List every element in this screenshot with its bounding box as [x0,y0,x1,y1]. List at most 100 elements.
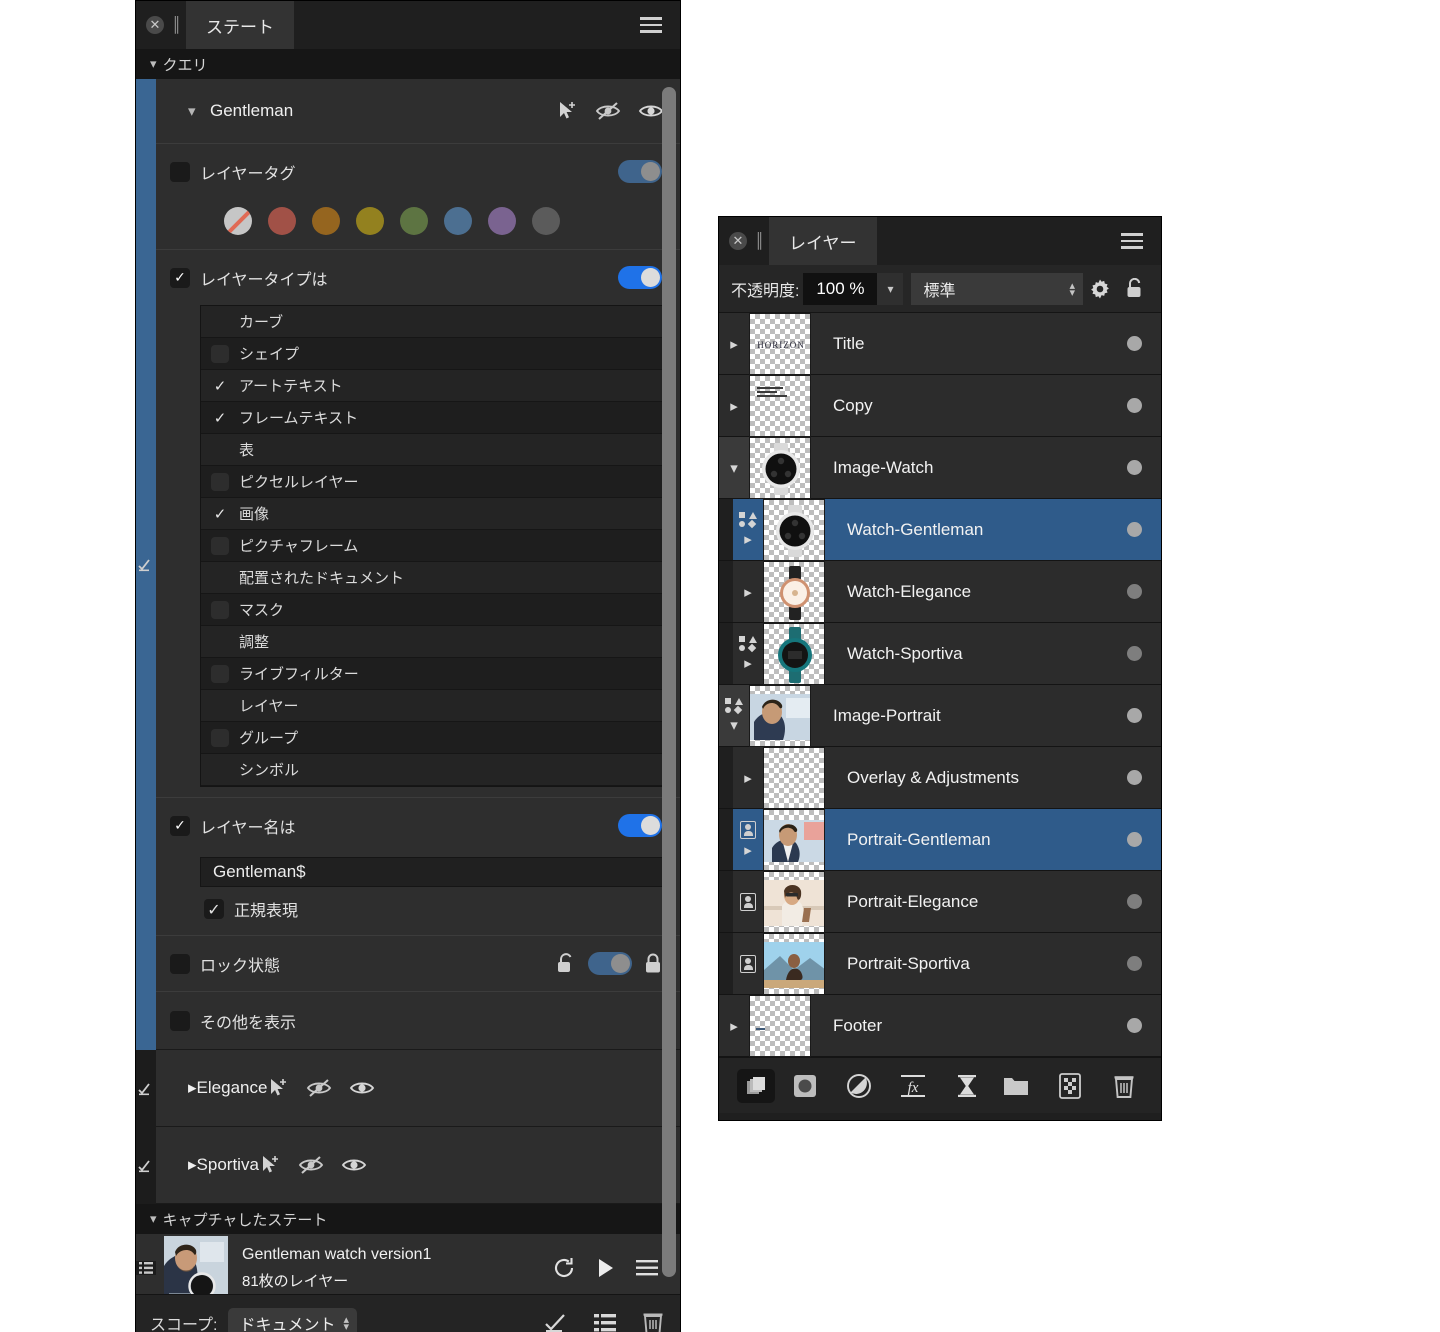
layer-type-checkbox[interactable]: ✓ [170,267,190,288]
layer-row[interactable]: Portrait-Sportiva [719,933,1161,995]
regex-option[interactable]: ✓ 正規表現 [156,887,680,935]
type-item[interactable]: ✓ 画像 [201,498,665,530]
opacity-dropdown-icon[interactable]: ▾ [877,272,904,305]
swatch-green[interactable] [400,207,428,235]
type-checkbox-checked[interactable]: ✓ [211,505,229,523]
hide-eye-icon[interactable] [595,100,621,122]
layer-visibility-toggle[interactable] [1107,933,1161,994]
layer-expand-toggle[interactable]: ▸ [733,809,763,870]
swatch-purple[interactable] [488,207,516,235]
layer-row[interactable]: ▾ Image-Portrait [719,685,1161,747]
layer-row[interactable]: ▸ Watch-Gentleman [719,499,1161,561]
layer-row[interactable]: ▸ Copy [719,375,1161,437]
lock-state-toggle[interactable] [588,952,632,975]
type-checkbox[interactable] [211,536,229,555]
captured-state-gutter[interactable] [136,1261,156,1275]
type-item[interactable]: ピクセルレイヤー [201,466,665,498]
layer-name-checkbox[interactable]: ✓ [170,815,190,836]
chevron-right-icon[interactable]: ▸ [188,1155,197,1175]
opacity-input[interactable]: 100 % [803,272,878,305]
type-item[interactable]: シェイプ [201,338,665,370]
trash-icon[interactable] [642,1311,664,1332]
swatch-yellow[interactable] [356,207,384,235]
layer-name-toggle[interactable] [618,814,662,837]
new-pixel-layer-icon[interactable] [1051,1069,1089,1103]
type-item[interactable]: 調整 [201,626,665,658]
hide-eye-icon[interactable] [298,1154,324,1176]
layer-row[interactable]: ▸ Watch-Sportiva [719,623,1161,685]
captured-state-row[interactable]: Gentleman watch version1 81枚のレイヤー [136,1234,680,1294]
type-item[interactable]: 配置されたドキュメント [201,562,665,594]
unlock-icon[interactable] [556,952,576,975]
query-apply-icon[interactable] [138,1081,154,1097]
layer-row[interactable]: ▸ HORIZON Title [719,313,1161,375]
query-elegance-gutter[interactable] [136,1050,156,1127]
query-section-header[interactable]: ▾ クエリ [136,49,680,79]
layer-expand-toggle[interactable]: ▸ [733,623,763,684]
lock-state-checkbox[interactable] [170,953,190,974]
layer-badge[interactable] [733,871,763,932]
show-eye-icon[interactable] [341,1155,367,1175]
fx-icon[interactable]: fx [894,1069,932,1103]
layer-visibility-toggle[interactable] [1107,871,1161,932]
layer-visibility-toggle[interactable] [1107,499,1161,560]
type-item[interactable]: レイヤー [201,690,665,722]
gear-icon[interactable] [1083,278,1117,300]
captured-section-header[interactable]: ▾ キャプチャしたステート [136,1204,680,1234]
criterion-layer-name[interactable]: ✓ レイヤー名は [156,797,680,853]
add-state-icon[interactable] [544,1312,568,1332]
type-item[interactable]: 表 [201,434,665,466]
type-item[interactable]: ✓ フレームテキスト [201,402,665,434]
drag-grip-icon[interactable]: ║ [755,232,764,250]
layer-expand-toggle[interactable]: ▸ [719,375,749,436]
swatch-gray[interactable] [532,207,560,235]
layer-expand-toggle[interactable]: ▾ [719,685,749,746]
layer-expand-toggle[interactable]: ▸ [719,313,749,374]
layer-visibility-toggle[interactable] [1107,995,1161,1056]
states-scrollbar-thumb[interactable] [662,87,676,1277]
type-checkbox-checked[interactable]: ✓ [211,377,229,395]
layer-expand-toggle[interactable]: ▸ [719,995,749,1056]
chevron-down-icon[interactable]: ▾ [188,102,210,120]
swatch-orange[interactable] [312,207,340,235]
query-active-indicator[interactable] [136,79,156,1050]
layer-name-input[interactable]: Gentleman$ [200,857,666,887]
type-item[interactable]: シンボル [201,754,665,786]
adjustment-icon[interactable] [840,1069,878,1103]
show-others-checkbox[interactable] [170,1010,190,1031]
mask-icon[interactable] [786,1069,824,1103]
query-apply-icon[interactable] [138,557,154,573]
live-filter-icon[interactable] [948,1069,986,1103]
layer-tag-toggle[interactable] [618,160,662,183]
type-checkbox[interactable] [211,472,229,491]
menu-icon[interactable] [636,1259,658,1277]
play-icon[interactable] [596,1257,616,1279]
query-elegance-header[interactable]: ▸ Elegance [156,1050,680,1126]
swatch-blue[interactable] [444,207,472,235]
layers-menu-icon[interactable] [1103,217,1161,265]
blend-mode-dropdown[interactable]: 標準 ▴ ▾ [911,272,1083,305]
layer-visibility-toggle[interactable] [1107,375,1161,436]
layer-tag-checkbox[interactable] [170,161,190,182]
layer-row[interactable]: ▸ Watch-Elegance [719,561,1161,623]
type-item[interactable]: カーブ [201,306,665,338]
layer-visibility-toggle[interactable] [1107,747,1161,808]
layer-badge[interactable] [733,933,763,994]
type-checkbox[interactable] [211,664,229,683]
states-menu-icon[interactable] [622,1,680,49]
group-icon[interactable] [997,1069,1035,1103]
query-apply-icon[interactable] [138,1158,154,1174]
swatch-red[interactable] [268,207,296,235]
regex-checkbox[interactable]: ✓ [204,899,224,919]
layer-row[interactable]: ▸ Portrait-Gentleman [719,809,1161,871]
criterion-show-others[interactable]: その他を表示 [156,991,680,1049]
layer-visibility-toggle[interactable] [1107,561,1161,622]
type-item[interactable]: グループ [201,722,665,754]
layer-row[interactable]: ▸ Footer [719,995,1161,1057]
type-item[interactable]: ピクチャフレーム [201,530,665,562]
show-eye-icon[interactable] [349,1078,375,1098]
tab-layers[interactable]: レイヤー [769,217,877,265]
type-checkbox[interactable] [211,728,229,747]
select-cursor-icon[interactable] [267,1077,289,1099]
tab-states[interactable]: ステート [186,1,295,49]
